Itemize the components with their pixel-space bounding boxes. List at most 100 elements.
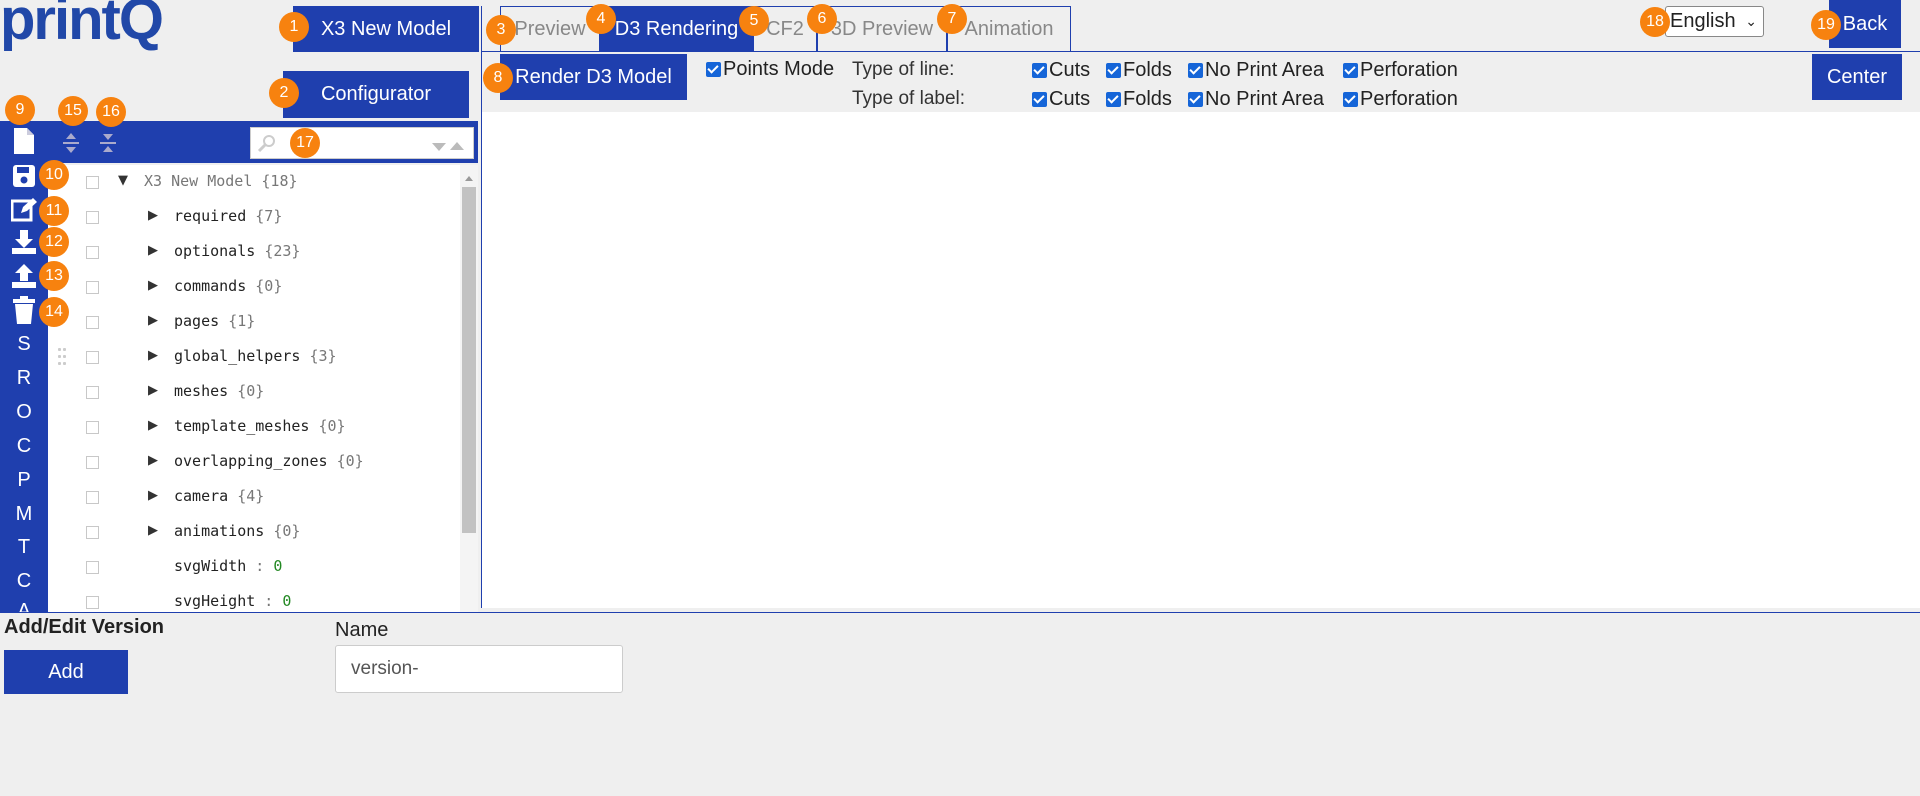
scroll-up-icon[interactable] (464, 169, 474, 187)
tree-row-key: meshes (174, 382, 229, 400)
model-button[interactable]: X3 New Model (293, 6, 479, 52)
version-name-input[interactable]: version- (335, 645, 623, 693)
tree-row[interactable]: ▶ meshes {0} (48, 375, 460, 410)
label-no-print-area-checkbox[interactable]: No Print Area (1188, 88, 1324, 111)
tree-row[interactable]: ▶ global_helpers {3} (48, 340, 460, 375)
collapsed-icon[interactable]: ▶ (148, 488, 158, 503)
collapsed-icon[interactable]: ▶ (148, 523, 158, 538)
collapsed-icon[interactable]: ▶ (148, 418, 158, 433)
row-checkbox[interactable] (86, 176, 99, 189)
collapsed-icon[interactable]: ▶ (148, 453, 158, 468)
tree-row[interactable]: ▶ camera {4} (48, 480, 460, 515)
search-icon (257, 133, 277, 158)
row-checkbox[interactable] (86, 596, 99, 609)
points-mode-label: Points Mode (723, 58, 835, 80)
checkbox-checked (1032, 92, 1047, 107)
tree-root-row[interactable]: ▼ X3 New Model {18} (48, 165, 460, 200)
sidebar-letter-r[interactable]: R (0, 367, 48, 390)
label-perforation-checkbox[interactable]: Perforation (1343, 88, 1458, 111)
search-next-icon[interactable] (449, 138, 465, 156)
line-no-print-area-checkbox[interactable]: No Print Area (1188, 59, 1324, 82)
tab-d3-rendering[interactable]: D3 Rendering (600, 6, 753, 52)
tree-value-row[interactable]: svgHeight : 0 (48, 585, 460, 612)
sidebar-letter-c[interactable]: C (0, 435, 48, 458)
checkbox-checked (1032, 63, 1047, 78)
label-folds-checkbox[interactable]: Folds (1106, 88, 1172, 111)
tree-row[interactable]: ▶ template_meshes {0} (48, 410, 460, 445)
add-version-button[interactable]: Add (4, 650, 128, 694)
new-file-icon[interactable] (10, 125, 38, 157)
drag-handle-icon[interactable] (58, 348, 66, 366)
trash-icon[interactable] (10, 296, 38, 324)
collapsed-icon[interactable]: ▶ (148, 243, 158, 258)
row-checkbox[interactable] (86, 351, 99, 364)
tree-value-row[interactable]: svgWidth : 0 (48, 550, 460, 585)
header-divider (481, 51, 1920, 52)
collapsed-icon[interactable]: ▶ (148, 278, 158, 293)
line-perforation-checkbox[interactable]: Perforation (1343, 59, 1458, 82)
tree-row-key: animations (174, 522, 265, 540)
expanded-icon[interactable]: ▼ (118, 173, 128, 188)
label-cuts-checkbox[interactable]: Cuts (1032, 88, 1090, 111)
sidebar-letter-o[interactable]: O (0, 401, 48, 424)
row-checkbox[interactable] (86, 386, 99, 399)
download-icon[interactable] (10, 228, 38, 256)
collapsed-icon[interactable]: ▶ (148, 313, 158, 328)
tree-row-label: meshes {0} (174, 382, 264, 400)
badge-16: 16 (96, 97, 126, 127)
render-d3-model-button[interactable]: Render D3 Model (500, 54, 687, 100)
row-checkbox[interactable] (86, 421, 99, 434)
row-checkbox[interactable] (86, 246, 99, 259)
chevron-down-icon: ⌄ (1745, 13, 1757, 29)
upload-icon[interactable] (10, 262, 38, 290)
tree-row-label: camera {4} (174, 487, 264, 505)
tree-row-key: pages (174, 312, 220, 330)
tree-row[interactable]: ▶ overlapping_zones {0} (48, 445, 460, 480)
tree-row[interactable]: ▶ animations {0} (48, 515, 460, 550)
collapsed-icon[interactable]: ▶ (148, 383, 158, 398)
render-area-border (481, 6, 482, 608)
tree-row[interactable]: ▶ required {7} (48, 200, 460, 235)
tree-value-label: svgHeight : 0 (174, 592, 291, 610)
tree-row[interactable]: ▶ pages {1} (48, 305, 460, 340)
sidebar-letter-m[interactable]: M (0, 503, 48, 526)
row-checkbox[interactable] (86, 526, 99, 539)
sidebar-letter-c2[interactable]: C (0, 570, 48, 593)
line-cuts-checkbox[interactable]: Cuts (1032, 59, 1090, 82)
collapsed-icon[interactable]: ▶ (148, 348, 158, 363)
center-button[interactable]: Center (1812, 54, 1902, 100)
edit-icon[interactable] (10, 196, 38, 224)
tree-search-input[interactable] (250, 127, 474, 159)
sidebar-letter-t[interactable]: T (0, 536, 48, 559)
sidebar-letter-p[interactable]: P (0, 469, 48, 492)
configurator-button[interactable]: Configurator (283, 71, 469, 118)
sidebar-letter-a[interactable]: A (0, 600, 48, 612)
row-checkbox[interactable] (86, 491, 99, 504)
row-checkbox[interactable] (86, 281, 99, 294)
tab-3d-preview[interactable]: 3D Preview (817, 6, 947, 52)
collapse-all-icon[interactable] (97, 130, 119, 156)
line-cuts-label: Cuts (1049, 59, 1091, 81)
points-mode-checkbox[interactable]: Points Mode (706, 58, 834, 81)
expand-all-icon[interactable] (60, 130, 82, 156)
badge-13: 13 (39, 261, 69, 291)
row-checkbox[interactable] (86, 561, 99, 574)
checkbox-checked (1343, 63, 1358, 78)
render-canvas[interactable] (481, 112, 1920, 608)
tree-scroll-thumb[interactable] (462, 187, 476, 533)
row-checkbox[interactable] (86, 456, 99, 469)
row-checkbox[interactable] (86, 211, 99, 224)
row-checkbox[interactable] (86, 316, 99, 329)
tree-row[interactable]: ▶ optionals {23} (48, 235, 460, 270)
line-perforation-label: Perforation (1360, 59, 1458, 81)
save-icon[interactable] (10, 162, 38, 190)
sidebar-letter-s[interactable]: S (0, 333, 48, 356)
search-prev-icon[interactable] (431, 139, 447, 157)
language-select[interactable]: English ⌄ (1665, 6, 1764, 37)
line-no-print-area-label: No Print Area (1205, 59, 1324, 81)
badge-5: 5 (739, 6, 769, 36)
collapsed-icon[interactable]: ▶ (148, 208, 158, 223)
tree-row[interactable]: ▶ commands {0} (48, 270, 460, 305)
line-folds-checkbox[interactable]: Folds (1106, 59, 1172, 82)
badge-14: 14 (39, 297, 69, 327)
